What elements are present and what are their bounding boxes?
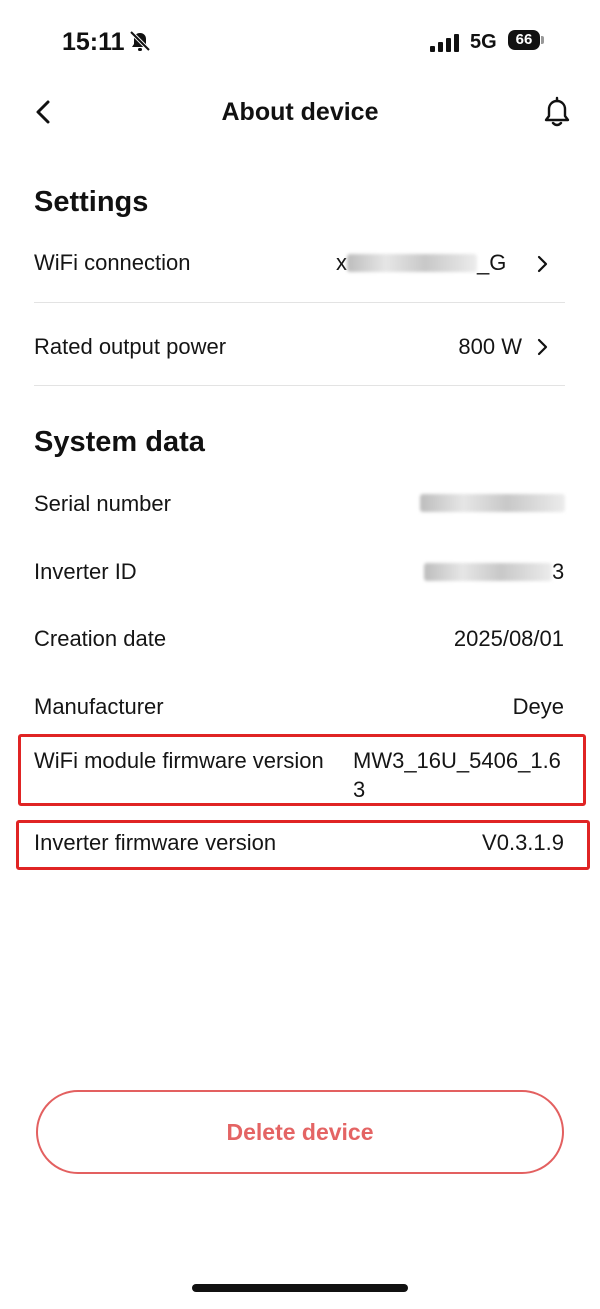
- rated-output-power-row[interactable]: Rated output power 800 W: [0, 318, 600, 378]
- status-time: 15:11: [62, 28, 125, 56]
- network-type: 5G: [470, 31, 497, 53]
- manufacturer-value: Deye: [512, 694, 564, 719]
- redacted-text: [424, 563, 552, 581]
- serial-number-label: Serial number: [34, 491, 171, 516]
- serial-number-value: [420, 494, 565, 517]
- wifi-value-prefix: x: [336, 250, 347, 275]
- inverter-id-value: 3: [424, 559, 564, 585]
- wifi-value-suffix: _G: [477, 250, 507, 275]
- battery-icon: 66: [508, 30, 540, 50]
- chevron-right-icon: [537, 255, 548, 273]
- manufacturer-label: Manufacturer: [34, 694, 164, 719]
- rated-output-power-value: 800 W: [458, 334, 522, 359]
- delete-device-button[interactable]: Delete device: [36, 1090, 564, 1174]
- creation-date-label: Creation date: [34, 626, 167, 651]
- wifi-connection-row[interactable]: WiFi connection x _G: [0, 236, 600, 296]
- wifi-connection-value: x _G: [336, 250, 506, 276]
- bell-slash-icon: [129, 30, 151, 52]
- redacted-text: [420, 494, 565, 512]
- inverter-id-suffix: 3: [552, 559, 565, 584]
- wifi-connection-label: WiFi connection: [34, 250, 191, 275]
- inverter-firmware-label: Inverter firmware version: [34, 830, 277, 855]
- wifi-firmware-label: WiFi module firmware version: [34, 748, 324, 773]
- inverter-id-label: Inverter ID: [34, 559, 137, 584]
- battery-tip: [541, 36, 544, 44]
- chevron-right-icon: [537, 338, 548, 356]
- divider: [34, 302, 565, 303]
- inverter-firmware-value: V0.3.1.9: [482, 830, 564, 855]
- section-title-settings: Settings: [34, 186, 149, 218]
- creation-date-value: 2025/08/01: [453, 626, 564, 651]
- divider: [34, 385, 565, 386]
- redacted-text: [347, 254, 477, 272]
- section-title-system-data: System data: [34, 426, 205, 458]
- rated-output-power-label: Rated output power: [34, 334, 227, 359]
- page-title: About device: [221, 98, 379, 126]
- signal-bars-icon: [430, 34, 459, 52]
- wifi-firmware-value: MW3_16U_5406_1.63: [353, 748, 561, 802]
- bell-icon[interactable]: [541, 96, 573, 130]
- home-indicator[interactable]: [192, 1284, 408, 1292]
